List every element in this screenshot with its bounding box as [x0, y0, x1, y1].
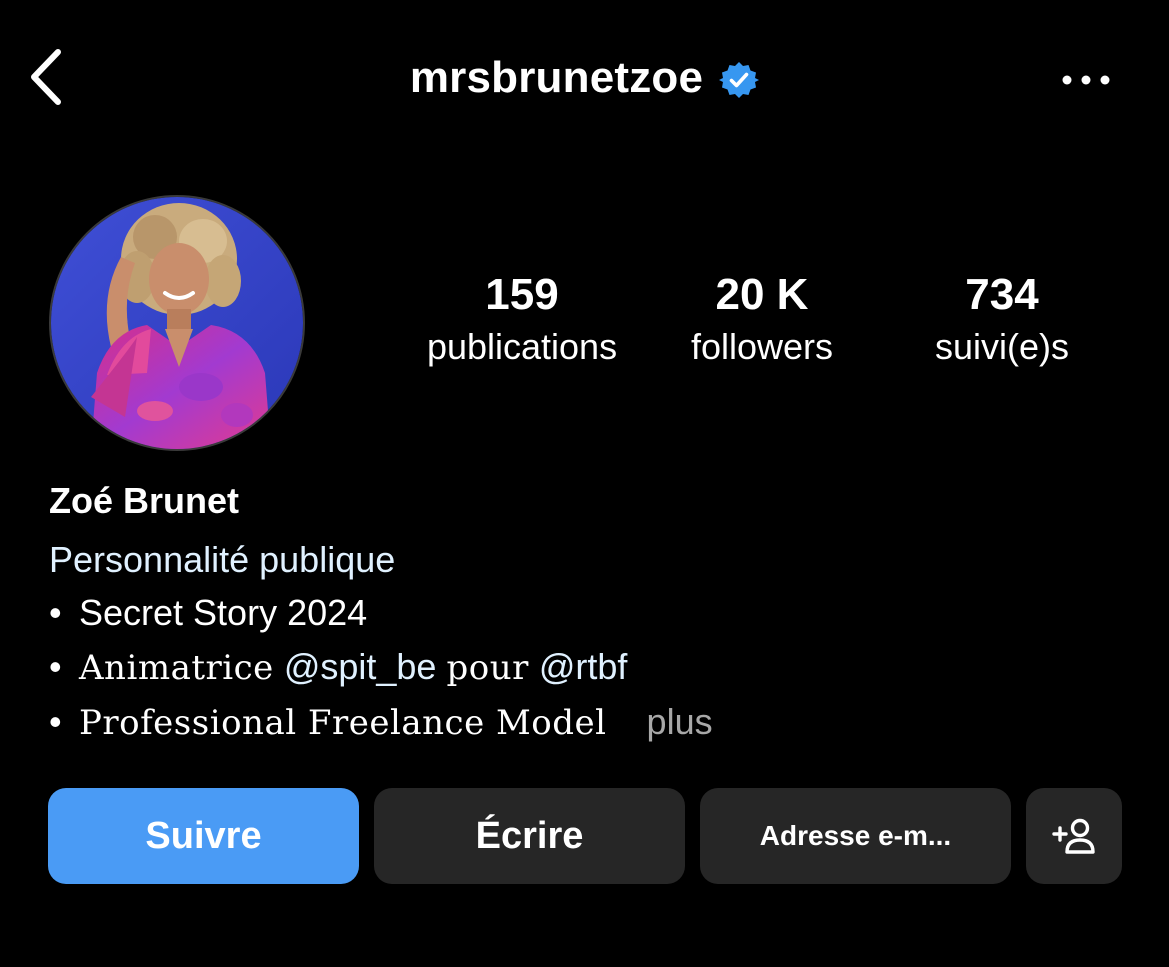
posts-label: publications — [426, 326, 618, 367]
username-title: mrsbrunetzoe — [409, 53, 704, 102]
bullet: • — [49, 592, 62, 633]
follow-button[interactable]: Suivre — [48, 788, 359, 884]
suggest-accounts-button[interactable] — [1026, 788, 1122, 884]
profile-stats: 159 publications 20 K followers 734 suiv… — [400, 268, 1120, 378]
profile-bio: Zoé Brunet Personnalité publique • Secret… — [49, 476, 1129, 750]
mention-link-spit-be[interactable]: @spit_be — [284, 646, 437, 687]
following-label: suivi(e)s — [934, 326, 1069, 367]
bio-text: Professional Freelance Model — [79, 703, 607, 743]
profile-header: mrsbrunetzoe — [0, 0, 1169, 160]
more-link[interactable]: plus — [647, 701, 713, 742]
bullet: • — [49, 701, 62, 742]
mention-link-rtbf[interactable]: @rtbf — [539, 646, 628, 687]
full-name: Zoé Brunet — [49, 480, 240, 521]
stat-following[interactable]: 734 suivi(e)s — [900, 268, 1104, 372]
title-group: mrsbrunetzoe — [0, 52, 1169, 104]
bullet: • — [49, 646, 62, 687]
category-label[interactable]: Personnalité publique — [49, 534, 1129, 586]
posts-count: 159 — [485, 270, 559, 319]
followers-label: followers — [690, 326, 834, 367]
profile-avatar[interactable] — [49, 195, 305, 451]
message-button[interactable]: Écrire — [374, 788, 685, 884]
email-button[interactable]: Adresse e-m... — [700, 788, 1011, 884]
stat-posts[interactable]: 159 publications — [400, 268, 644, 372]
ellipsis-icon — [1062, 75, 1110, 85]
add-person-icon — [1052, 818, 1095, 854]
following-count: 734 — [965, 270, 1039, 319]
followers-count: 20 K — [715, 270, 809, 319]
bio-text: pour — [446, 648, 529, 688]
avatar-photo — [51, 197, 303, 449]
bio-line-3: • Professional Freelance Model plus — [49, 695, 1129, 750]
bio-text: Animatrice — [79, 648, 274, 688]
more-options-button[interactable] — [1058, 60, 1114, 100]
bio-line-1: • Secret Story 2024 — [49, 586, 1129, 640]
bio-text: Secret Story 2024 — [79, 592, 368, 633]
verified-badge-icon — [719, 60, 760, 100]
bio-line-2: • Animatrice @spit_be pour @rtbf — [49, 640, 1129, 695]
stat-followers[interactable]: 20 K followers — [662, 268, 862, 372]
